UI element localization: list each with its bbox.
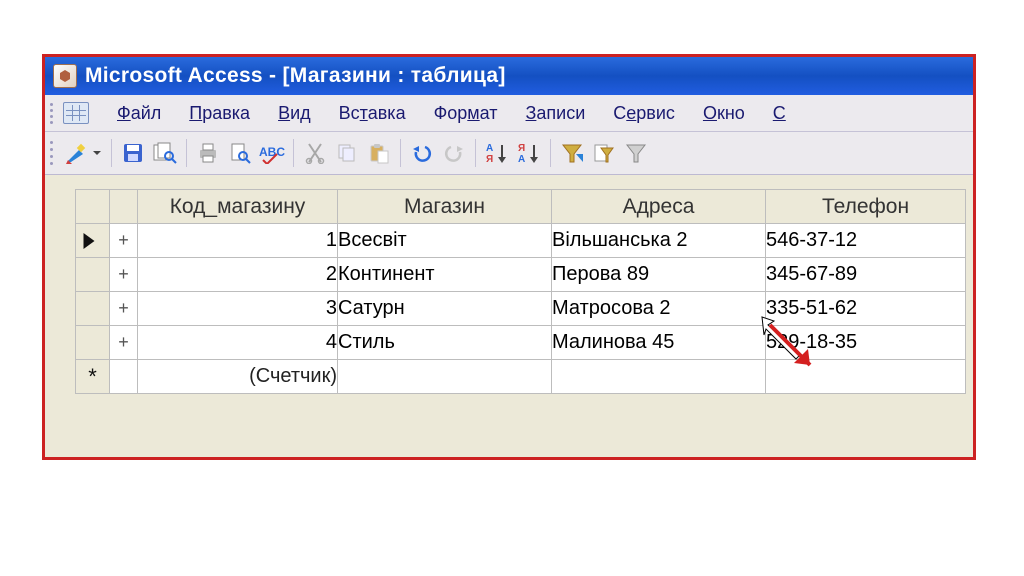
column-header-id[interactable]: Код_магазину (138, 190, 338, 224)
cell-name[interactable]: Всесвіт (338, 224, 552, 258)
datasheet-area: Код_магазину Магазин Адреса Телефон +1Вс… (45, 175, 973, 457)
expand-icon[interactable]: + (110, 292, 138, 326)
undo-button[interactable] (407, 137, 437, 169)
cell-addr[interactable]: Перова 89 (552, 258, 766, 292)
cell-id[interactable]: 4 (138, 326, 338, 360)
menubar: ФайлПравкаВидВставкаФорматЗаписиСервисОк… (45, 95, 973, 132)
menu-файл[interactable]: Файл (103, 103, 175, 124)
cell-addr[interactable]: Вільшанська 2 (552, 224, 766, 258)
print-preview-button[interactable] (225, 137, 255, 169)
paste-button[interactable] (364, 137, 394, 169)
svg-text:А: А (486, 143, 493, 154)
cell-phone[interactable]: 345-67-89 (766, 258, 966, 292)
table-row[interactable]: +2КонтинентПерова 89345-67-89 (76, 258, 966, 292)
expand-icon[interactable]: + (110, 258, 138, 292)
menu-формат[interactable]: Формат (420, 103, 512, 124)
menu-записи[interactable]: Записи (512, 103, 600, 124)
toolbar: ABC (45, 132, 973, 175)
cell-id[interactable]: 3 (138, 292, 338, 326)
cell-empty[interactable] (338, 360, 552, 394)
cell-phone[interactable]: 335-51-62 (766, 292, 966, 326)
menu-вставка[interactable]: Вставка (325, 103, 420, 124)
cell-counter[interactable]: (Счетчик) (138, 360, 338, 394)
cell-empty[interactable] (766, 360, 966, 394)
cell-addr[interactable]: Матросова 2 (552, 292, 766, 326)
file-search-button[interactable] (150, 137, 180, 169)
save-button[interactable] (118, 137, 148, 169)
filter-form-button[interactable] (589, 137, 619, 169)
row-selector[interactable] (76, 292, 110, 326)
datasheet-icon[interactable] (63, 102, 89, 124)
access-app-icon (53, 64, 77, 88)
cell-name[interactable]: Континент (338, 258, 552, 292)
copy-button[interactable] (332, 137, 362, 169)
table-row-new[interactable]: * (Счетчик) (76, 360, 966, 394)
expand-icon (110, 360, 138, 394)
sort-asc-button[interactable]: АЯ (482, 137, 512, 169)
cell-id[interactable]: 2 (138, 258, 338, 292)
cut-button[interactable] (300, 137, 330, 169)
menu-сервис[interactable]: Сервис (599, 103, 689, 124)
column-header-name[interactable]: Магазин (338, 190, 552, 224)
column-header-phone[interactable]: Телефон (766, 190, 966, 224)
cell-addr[interactable]: Малинова 45 (552, 326, 766, 360)
cell-name[interactable]: Стиль (338, 326, 552, 360)
table-row[interactable]: +1ВсесвітВільшанська 2546-37-12 (76, 224, 966, 258)
cell-id[interactable]: 1 (138, 224, 338, 258)
row-selector[interactable] (76, 224, 110, 258)
menu-окно[interactable]: Окно (689, 103, 759, 124)
cell-empty[interactable] (552, 360, 766, 394)
cell-phone[interactable]: 529-18-35 (766, 326, 966, 360)
data-table[interactable]: Код_магазину Магазин Адреса Телефон +1Вс… (75, 189, 966, 394)
redo-button[interactable] (439, 137, 469, 169)
expand-icon[interactable]: + (110, 224, 138, 258)
window-title: Microsoft Access - [Магазини : таблица] (85, 64, 506, 88)
svg-text:Я: Я (486, 154, 493, 164)
filter-selection-button[interactable] (557, 137, 587, 169)
design-view-button[interactable] (61, 137, 105, 169)
cell-name[interactable]: Сатурн (338, 292, 552, 326)
menubar-grip-icon[interactable] (47, 97, 57, 129)
expand-header (110, 190, 138, 224)
menu-вид[interactable]: Вид (264, 103, 325, 124)
svg-text:ABC: ABC (259, 145, 285, 159)
table-row[interactable]: +3СатурнМатросова 2335-51-62 (76, 292, 966, 326)
table-row[interactable]: +4СтильМалинова 45529-18-35 (76, 326, 966, 360)
cell-phone[interactable]: 546-37-12 (766, 224, 966, 258)
sort-desc-button[interactable]: ЯА (514, 137, 544, 169)
spellcheck-button[interactable]: ABC (257, 137, 287, 169)
svg-text:Я: Я (518, 143, 525, 154)
svg-text:А: А (518, 154, 525, 164)
column-header-addr[interactable]: Адреса (552, 190, 766, 224)
new-row-selector[interactable]: * (76, 360, 110, 394)
menu-с[interactable]: С (759, 103, 800, 124)
toolbar-grip-icon[interactable] (47, 136, 57, 170)
row-selector[interactable] (76, 326, 110, 360)
menu-правка[interactable]: Правка (175, 103, 264, 124)
select-all-cell[interactable] (76, 190, 110, 224)
titlebar: Microsoft Access - [Магазини : таблица] (45, 57, 973, 95)
expand-icon[interactable]: + (110, 326, 138, 360)
row-selector[interactable] (76, 258, 110, 292)
print-button[interactable] (193, 137, 223, 169)
filter-toggle-button[interactable] (621, 137, 651, 169)
